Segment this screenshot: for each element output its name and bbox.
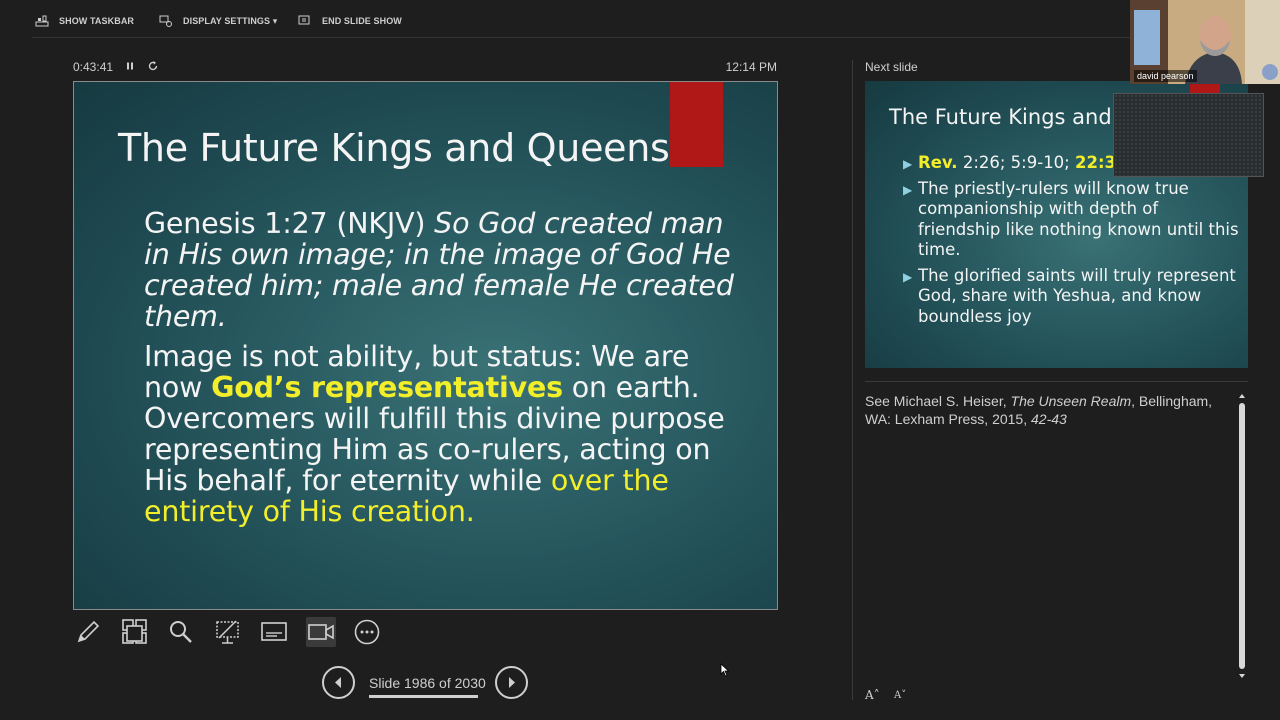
display-settings-label: DISPLAY SETTINGS ▾	[183, 15, 278, 26]
next-bullet-3: The glorified saints will truly represen…	[903, 266, 1243, 328]
chevron-right-icon	[509, 677, 515, 688]
mouse-cursor-icon	[720, 663, 730, 682]
show-taskbar-label: SHOW TASKBAR	[59, 16, 135, 26]
more-options-button[interactable]	[352, 617, 382, 647]
restart-icon	[148, 61, 158, 71]
presenter-toolbar: SHOW TASKBAR DISPLAY SETTINGS ▾ END SLID…	[0, 0, 1280, 38]
restart-timer-button[interactable]	[146, 59, 160, 73]
pause-timer-button[interactable]	[123, 59, 137, 73]
previous-slide-button[interactable]	[322, 666, 355, 699]
webcam-video: david pearson	[1130, 0, 1280, 84]
scripture-paragraph: Genesis 1:27 (NKJV) So God created man i…	[144, 208, 744, 332]
more-options-icon	[354, 619, 380, 645]
taskbar-icon	[35, 15, 49, 27]
pen-icon	[77, 620, 100, 643]
rev-refs: 2:26; 5:9-10;	[957, 153, 1075, 172]
chevron-left-icon	[335, 677, 341, 688]
notes-scrollbar[interactable]	[1237, 393, 1247, 679]
increase-font-button[interactable]: A˄	[865, 688, 880, 702]
pause-icon	[127, 62, 133, 70]
webcam-name-label: david pearson	[1134, 70, 1197, 82]
see-all-slides-icon	[121, 619, 147, 644]
rev-label: Rev.	[918, 153, 958, 172]
toolbar-divider	[32, 37, 1240, 38]
elapsed-timer: 0:43:41	[73, 60, 114, 74]
notes-divider	[865, 381, 1248, 382]
slide-tools	[73, 617, 399, 649]
camera-icon	[307, 624, 334, 640]
see-all-slides-button[interactable]	[120, 617, 150, 647]
next-slide-button[interactable]	[495, 666, 528, 699]
notes-prefix: See Michael S. Heiser,	[865, 393, 1011, 409]
end-slide-show-button[interactable]: END SLIDE SHOW	[298, 14, 402, 28]
scroll-down-icon	[1239, 674, 1245, 678]
slide-body: Genesis 1:27 (NKJV) So God created man i…	[144, 208, 744, 536]
notes-pages: 42-43	[1031, 411, 1067, 427]
highlight-gods-representatives: God’s representatives	[211, 371, 563, 404]
verse-reference: Genesis 1:27 (NKJV)	[144, 207, 435, 240]
rev-ref-highlight: 22:3	[1075, 153, 1117, 172]
subtitles-button[interactable]	[259, 617, 289, 647]
slide-counter[interactable]: Slide 1986 of 2030	[369, 675, 486, 691]
camera-overlay-placeholder	[1113, 93, 1264, 177]
slide-title: The Future Kings and Queens	[118, 126, 670, 170]
end-show-icon	[298, 15, 310, 25]
black-screen-button[interactable]	[213, 617, 243, 647]
decrease-font-button[interactable]: A˅	[894, 690, 906, 701]
next-slide-bullets: Rev. 2:26; 5:9-10; 22:3 The priestly-rul…	[903, 153, 1243, 332]
slide-progress-bar	[369, 695, 478, 698]
show-taskbar-button[interactable]: SHOW TASKBAR	[35, 14, 134, 28]
scrollbar-thumb[interactable]	[1239, 403, 1245, 669]
panel-divider	[852, 60, 853, 700]
scroll-up-icon	[1239, 394, 1245, 398]
speaker-notes: See Michael S. Heiser, The Unseen Realm,…	[865, 392, 1225, 428]
display-settings-icon	[159, 15, 172, 27]
slide-red-accent	[670, 82, 723, 167]
current-time: 12:14 PM	[725, 60, 777, 74]
commentary-paragraph: Image is not ability, but status: We are…	[144, 341, 744, 527]
zoom-icon	[170, 621, 192, 643]
next-slide-label: Next slide	[865, 60, 918, 74]
notes-book-title: The Unseen Realm	[1010, 393, 1132, 409]
camera-toggle-button[interactable]	[305, 617, 336, 647]
zoom-button[interactable]	[166, 617, 196, 647]
next-bullet-2: The priestly-rulers will know true compa…	[903, 179, 1243, 261]
current-slide[interactable]: The Future Kings and Queens Genesis 1:27…	[73, 81, 778, 610]
pen-tool-button[interactable]	[73, 617, 103, 647]
end-slide-show-label: END SLIDE SHOW	[322, 16, 402, 26]
pointer-screen-icon	[215, 620, 239, 644]
display-settings-button[interactable]: DISPLAY SETTINGS ▾	[159, 14, 277, 28]
subtitles-icon	[261, 622, 287, 641]
next-slide-title: The Future Kings and	[889, 105, 1112, 129]
